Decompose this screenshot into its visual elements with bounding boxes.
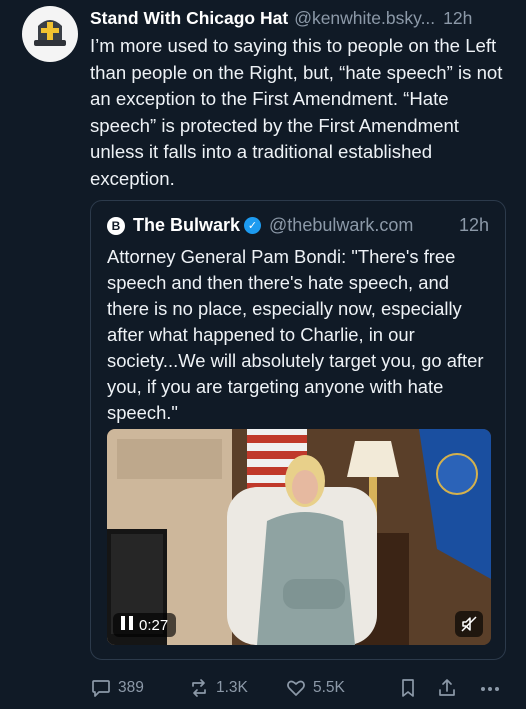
post-header: Stand With Chicago Hat @kenwhite.bsky...… (90, 6, 514, 30)
reply-button[interactable]: 389 (90, 676, 144, 700)
repost-icon (192, 679, 206, 697)
mute-button[interactable] (455, 611, 483, 637)
post-time: 12h (443, 8, 473, 28)
hat-logo-icon (23, 7, 77, 61)
action-bar: 389 1.3K 5.5K (90, 676, 508, 700)
more-icon (481, 687, 499, 691)
more-button[interactable] (478, 676, 502, 700)
like-button[interactable]: 5.5K (285, 676, 345, 700)
quoted-post[interactable]: B The Bulwark ✓ @thebulwark.com 12h Atto… (90, 200, 506, 660)
share-button[interactable] (436, 676, 458, 700)
post-text: I’m more used to saying this to people o… (90, 35, 503, 189)
mute-icon (461, 616, 477, 632)
verified-icon: ✓ (244, 217, 262, 234)
quoted-post-text: Attorney General Pam Bondi: "There's fre… (107, 246, 484, 423)
quoted-author-handle[interactable]: @thebulwark.com (269, 215, 413, 236)
quoted-author-name[interactable]: The Bulwark (133, 215, 240, 236)
pause-icon[interactable] (121, 616, 133, 634)
video-duration: 0:27 (139, 616, 169, 634)
share-icon (439, 679, 455, 696)
repost-count: 1.3K (216, 679, 248, 696)
quoted-post-time: 12h (458, 215, 489, 235)
video-player[interactable]: 0:27 (107, 429, 491, 645)
author-name[interactable]: Stand With Chicago Hat (90, 6, 288, 30)
post: Stand With Chicago Hat @kenwhite.bsky...… (90, 6, 514, 192)
bookmark-button[interactable] (398, 676, 418, 700)
video-badge: 0:27 (113, 613, 177, 637)
bulwark-logo-icon: B (107, 216, 125, 235)
repost-button[interactable]: 1.3K (188, 676, 248, 700)
author-avatar[interactable] (22, 6, 78, 62)
like-icon (287, 680, 305, 696)
reply-count: 389 (118, 679, 144, 696)
like-count: 5.5K (313, 679, 345, 696)
author-handle[interactable]: @kenwhite.bsky... (294, 6, 435, 30)
quoted-post-header: B The Bulwark ✓ @thebulwark.com 12h (107, 215, 489, 236)
bookmark-icon (402, 679, 414, 697)
reply-icon (92, 680, 110, 697)
